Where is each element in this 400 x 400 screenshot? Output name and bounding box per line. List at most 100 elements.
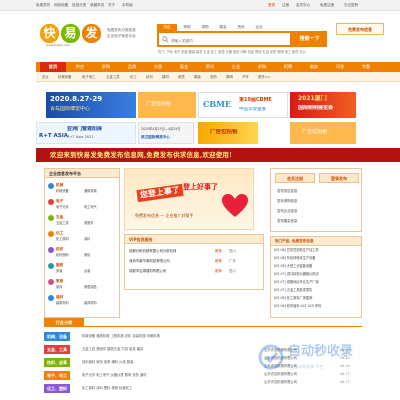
top-link[interactable]: 关于 — [108, 3, 115, 7]
nav-item[interactable]: 展会 — [172, 62, 196, 72]
nav-item[interactable]: 供应 — [68, 62, 92, 72]
center-promo-banner[interactable]: 您登上事了 登上好事了 免费发布信息 — 企业推广好帮手 — [124, 168, 254, 230]
industry-items[interactable]: 机械设备 通用机械 工程机械 农机 包装机械 印刷机械 — [82, 334, 258, 338]
subnav-link[interactable]: 化工 — [130, 75, 137, 79]
nav-item[interactable]: 资讯 — [198, 62, 222, 72]
search-tab[interactable]: 求购 — [197, 24, 213, 31]
nav-item[interactable]: 企业 — [224, 62, 248, 72]
subnav-link[interactable]: 照明 — [226, 75, 233, 79]
nav-item[interactable]: 品牌 — [120, 62, 144, 72]
login-post-button[interactable]: 登录发布 — [319, 173, 359, 183]
industry-items[interactable]: 五金工具 紧固件 建筑五金 刃具 量具 磨具 — [82, 347, 258, 351]
banner-ad-slot[interactable]: 广告位招租 — [198, 122, 258, 144]
news-item[interactable]: [05-07] 成都地区专业生产厂家 — [274, 280, 358, 284]
category-sub[interactable]: 机械设备 — [56, 189, 69, 193]
top-link[interactable]: 收藏本页 — [90, 3, 104, 7]
subnav-link[interactable]: 机械设备 — [58, 75, 72, 79]
search-tab[interactable]: 展会 — [215, 24, 231, 31]
industry-tag[interactable]: 化工、塑料 — [44, 384, 70, 393]
category-name[interactable]: 化工 — [56, 231, 63, 236]
vip-row-name[interactable]: 成都市吉源建材有限公司 — [129, 269, 166, 273]
category-name[interactable]: 电子 — [56, 199, 63, 204]
nav-item[interactable]: 问答 — [328, 62, 352, 72]
industry-items[interactable]: 电子元件 电工电气 仪器仪表 照明 安防 通讯 — [82, 373, 258, 377]
hot-keywords[interactable]: 热门: 汽车 电子 机械 服装 建材 五金 化工 家居 仪器 食品 印刷 包装 … — [158, 50, 396, 54]
free-register-link[interactable]: 免费注册 — [320, 3, 334, 7]
category-name[interactable]: 机械 — [56, 183, 63, 188]
industry-tag[interactable]: 机械、设备 — [44, 332, 70, 341]
top-link[interactable]: 信息分类 — [72, 3, 86, 7]
banner-cbme[interactable]: CBME 第19届CBME 中国孕婴童展 — [198, 92, 288, 118]
subnav-link[interactable]: 建材 — [162, 75, 169, 79]
vip-row-name[interactable]: 成都分析机械有限公司分析机械 — [129, 249, 176, 253]
search-tab[interactable]: 资讯 — [233, 24, 249, 31]
news-item[interactable]: [05-08] 豆浆豆奶粉生产加工机 — [274, 248, 358, 252]
nav-item[interactable]: 采购 — [94, 62, 118, 72]
category-sub[interactable]: 电工电气 — [84, 205, 97, 209]
top-link[interactable]: 手机版 — [122, 3, 133, 7]
news-item[interactable]: [05-07] 进口精密仪器报价供应 — [274, 272, 358, 276]
post-link[interactable]: 发布求购信息 — [277, 199, 297, 203]
news-item[interactable]: [05-06] 纺织面料 ACF ACE 布料 — [274, 304, 358, 308]
subnav-link[interactable]: 农业 — [42, 75, 49, 79]
nav-item[interactable]: 求购 — [250, 62, 274, 72]
nav-item[interactable]: 招聘 — [276, 62, 300, 72]
register-link[interactable]: 注册 — [282, 3, 289, 7]
category-sub[interactable]: 男装 — [56, 269, 62, 273]
category-sub[interactable]: 家纺 — [84, 253, 90, 257]
vip-row-name[interactable]: 深圳市鑫华美科技有限公司 — [129, 259, 170, 263]
category-sub[interactable]: 通用机械 — [84, 189, 97, 193]
category-sub[interactable]: 女装 — [84, 269, 90, 273]
industry-items[interactable]: 化工原料 涂料 塑料 橡胶 精细化工 — [82, 386, 258, 390]
category-name[interactable]: 服装 — [56, 263, 63, 268]
category-sub[interactable]: 家居用品 — [84, 285, 97, 289]
post-link[interactable]: 发布展会信息 — [277, 219, 297, 223]
top-link[interactable]: 免费发布 — [36, 3, 50, 7]
category-name[interactable]: 建材 — [56, 295, 63, 300]
post-link[interactable]: 发布企业信息 — [277, 209, 297, 213]
category-sub[interactable]: 紧固件 — [84, 221, 94, 225]
industry-items[interactable]: 纺织面料 家纺 皮革 辅料 纱线 服装 — [82, 360, 258, 364]
category-sub[interactable]: 纺织面料 — [56, 253, 69, 257]
banner-rt-asia[interactable]: R+T ASIA 亚洲门窗遮阳展 R+T Asia 2021 — [36, 122, 136, 144]
post-info-button[interactable]: 免费发布信息 — [336, 23, 384, 35]
top-link[interactable]: 网站地图 — [54, 3, 68, 7]
category-name[interactable]: 纺织 — [56, 247, 63, 252]
subnav-link[interactable]: 汽车 — [242, 75, 249, 79]
category-name[interactable]: 家居 — [56, 279, 63, 284]
post-link[interactable]: 发布供应信息 — [277, 189, 297, 193]
industry-tag[interactable]: 纺织、皮革 — [44, 358, 70, 367]
category-sub[interactable]: 五金工具 — [56, 221, 69, 225]
banner-ad-slot[interactable]: 广告位招租 — [290, 122, 356, 144]
forgot-password-link[interactable]: 忘记密码 — [344, 3, 358, 7]
subnav-link[interactable]: 安防 — [210, 75, 217, 79]
category-sub[interactable]: 家具 — [56, 285, 62, 289]
banner-qingdao[interactable]: 2020.8.27-29 青岛国际博览中心 — [46, 92, 136, 118]
site-logo[interactable]: 快 易 发 www.kuaiyi.com — [40, 23, 102, 47]
subnav-link[interactable]: 更多>> — [258, 75, 270, 79]
nav-item[interactable]: 专题 — [354, 62, 378, 72]
news-item[interactable]: [05-08] 大型工业智能设备 — [274, 264, 358, 268]
banner-xiamen[interactable]: 2021厦门 国际照明展览会 — [290, 92, 356, 118]
subnav-link[interactable]: 服装 — [194, 75, 201, 79]
search-tab[interactable]: 供应 — [157, 24, 177, 31]
search-button[interactable]: 搜索一下 — [292, 31, 327, 47]
news-item[interactable]: [05-07] 五金工具批发零售 — [274, 288, 358, 292]
search-tab[interactable]: 企业 — [251, 24, 267, 31]
banner-ad-slot[interactable]: 广告位招租 — [138, 92, 196, 118]
login-link[interactable]: 登录 — [268, 3, 275, 7]
subnav-link[interactable]: 家居 — [178, 75, 185, 79]
industry-tag[interactable]: 五金、工具 — [44, 345, 70, 354]
category-sub[interactable]: 电子元件 — [56, 205, 69, 209]
member-center-link[interactable]: 会员中心 — [296, 3, 310, 7]
news-item[interactable]: [05-06] 化工原料厂家直销 — [274, 296, 358, 300]
category-sub[interactable]: 涂料 — [84, 237, 90, 241]
search-input[interactable] — [171, 37, 281, 44]
search-tab[interactable]: 采购 — [179, 24, 195, 31]
register-button[interactable]: 会员注册 — [275, 173, 315, 183]
company-item[interactable]: 山东青岛机械有限公司 — [264, 380, 338, 384]
category-sub[interactable]: 化工原料 — [56, 237, 69, 241]
banner-wuhan[interactable]: 2020年4月23日—4月25日 武汉国际博览中心 — [138, 122, 194, 144]
subnav-link[interactable]: 电子电工 — [82, 75, 96, 79]
nav-item[interactable]: 首页 — [40, 62, 66, 72]
